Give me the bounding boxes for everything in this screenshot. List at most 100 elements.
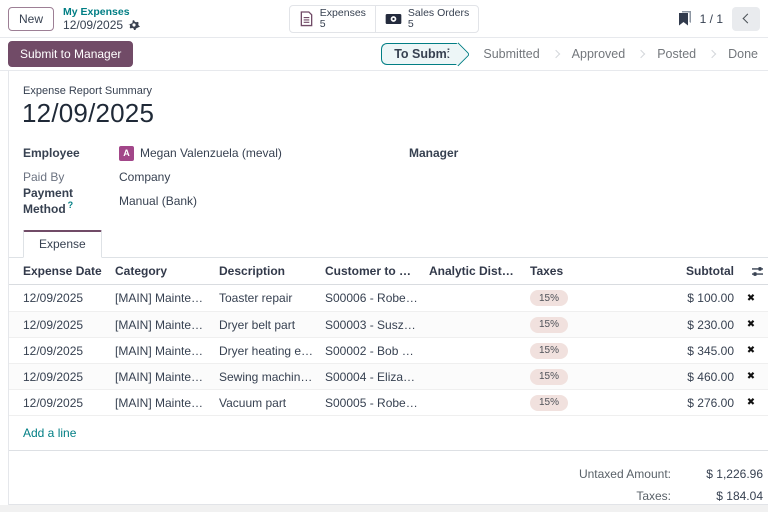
chevron-separator-icon [708, 50, 716, 58]
cell-category[interactable]: [MAIN] Maintenance [115, 344, 219, 358]
paid-by-field[interactable]: Company [119, 170, 170, 184]
table-row[interactable]: 12/09/2025 [MAIN] Maintenance Toaster re… [9, 285, 768, 311]
cell-subtotal[interactable]: $ 230.00 [637, 318, 738, 332]
cell-description[interactable]: Dryer heating eleme... [219, 344, 325, 358]
status-step-to-submit[interactable]: To Submit [381, 43, 458, 65]
col-subtotal[interactable]: Subtotal [637, 264, 738, 278]
field-group: Employee A Megan Valenzuela (meval) Paid… [9, 141, 768, 213]
cell-customer[interactable]: S00005 - Robert Dot [325, 396, 429, 410]
pager-previous-button[interactable] [732, 7, 760, 31]
col-customer[interactable]: Customer to Rein... [325, 264, 429, 278]
cell-date[interactable]: 12/09/2025 [23, 396, 115, 410]
delete-row-icon[interactable]: ✖ [738, 397, 764, 408]
payment-method-value: Manual (Bank) [119, 194, 197, 208]
cell-date[interactable]: 12/09/2025 [23, 344, 115, 358]
tab-expense[interactable]: Expense [23, 230, 102, 258]
cell-subtotal[interactable]: $ 460.00 [637, 370, 738, 384]
form-statusbar: Submit to Manager To Submit Submitted Ap… [0, 38, 768, 71]
delete-row-icon[interactable]: ✖ [738, 345, 764, 356]
cell-category[interactable]: [MAIN] Maintenance [115, 291, 219, 305]
table-row[interactable]: 12/09/2025 [MAIN] Maintenance Dryer heat… [9, 337, 768, 363]
help-icon[interactable]: ? [68, 200, 74, 210]
cell-customer[interactable]: S00006 - Robert Dot [325, 291, 429, 305]
sales-orders-smart-button-label: Sales Orders [408, 8, 469, 19]
col-analytic[interactable]: Analytic Distributi... [429, 264, 525, 278]
cell-subtotal[interactable]: $ 276.00 [637, 396, 738, 410]
status-steps: To Submit Submitted Approved Posted Done [381, 43, 758, 65]
paid-by-label: Paid By [23, 170, 119, 184]
col-category[interactable]: Category [115, 264, 219, 278]
sales-orders-smart-button-count: 5 [408, 19, 469, 30]
cell-date[interactable]: 12/09/2025 [23, 318, 115, 332]
summary-label: Expense Report Summary [9, 85, 768, 97]
report-date-title[interactable]: 12/09/2025 [9, 98, 768, 129]
cell-taxes[interactable]: 15% [525, 342, 637, 359]
tax-badge: 15% [530, 317, 568, 333]
cell-category[interactable]: [MAIN] Maintenance [115, 370, 219, 384]
delete-row-icon[interactable]: ✖ [738, 293, 764, 304]
cell-date[interactable]: 12/09/2025 [23, 291, 115, 305]
expense-lines-table: Expense Date Category Description Custom… [9, 258, 768, 451]
bookmark-icon[interactable] [678, 11, 691, 26]
table-header-row: Expense Date Category Description Custom… [9, 258, 768, 285]
tax-badge: 15% [530, 395, 568, 411]
cell-subtotal[interactable]: $ 100.00 [637, 291, 738, 305]
cell-subtotal[interactable]: $ 345.00 [637, 344, 738, 358]
status-step-posted[interactable]: Posted [657, 47, 696, 61]
breadcrumb: My Expenses 12/09/2025 [63, 6, 140, 31]
payment-method-field-row: Payment Method? Manual (Bank) [9, 189, 387, 213]
employee-field-row: Employee A Megan Valenzuela (meval) [9, 141, 387, 165]
sales-orders-smart-button[interactable]: Sales Orders 5 [375, 5, 479, 33]
taxes-row: Taxes: $ 184.04 [636, 489, 763, 503]
optional-columns-icon[interactable] [738, 266, 764, 277]
banknote-icon [385, 12, 402, 26]
col-description[interactable]: Description [219, 264, 325, 278]
tax-badge: 15% [530, 343, 568, 359]
paid-by-value: Company [119, 170, 170, 184]
col-taxes[interactable]: Taxes [525, 264, 637, 278]
tax-badge: 15% [530, 290, 568, 306]
cell-taxes[interactable]: 15% [525, 316, 637, 333]
cell-description[interactable]: Vacuum part [219, 396, 325, 410]
table-row[interactable]: 12/09/2025 [MAIN] Maintenance Vacuum par… [9, 389, 768, 415]
cell-category[interactable]: [MAIN] Maintenance [115, 318, 219, 332]
pager-counter: 1 / 1 [700, 12, 723, 26]
cell-category[interactable]: [MAIN] Maintenance [115, 396, 219, 410]
gear-icon[interactable] [128, 19, 140, 31]
status-step-done[interactable]: Done [728, 47, 758, 61]
untaxed-amount-label: Untaxed Amount: [579, 467, 671, 481]
status-step-approved[interactable]: Approved [572, 47, 626, 61]
control-panel: New My Expenses 12/09/2025 Expenses 5 [0, 0, 768, 38]
cell-customer[interactable]: S00004 - Elizabeth P... [325, 370, 429, 384]
cell-description[interactable]: Dryer belt part [219, 318, 325, 332]
expenses-smart-button[interactable]: Expenses 5 [289, 5, 376, 33]
add-a-line-link[interactable]: Add a line [23, 426, 76, 440]
smart-buttons: Expenses 5 Sales Orders 5 [289, 5, 479, 33]
payment-method-field[interactable]: Manual (Bank) [119, 194, 197, 208]
totals-block: Untaxed Amount: $ 1,226.96 Taxes: $ 184.… [9, 467, 768, 505]
taxes-value: $ 184.04 [671, 489, 763, 503]
delete-row-icon[interactable]: ✖ [738, 319, 764, 330]
table-row[interactable]: 12/09/2025 [MAIN] Maintenance Sewing mac… [9, 363, 768, 389]
cell-description[interactable]: Sewing machine part [219, 370, 325, 384]
status-step-submitted[interactable]: Submitted [483, 47, 539, 61]
submit-to-manager-button[interactable]: Submit to Manager [8, 41, 133, 67]
chevron-left-icon [743, 14, 753, 24]
notebook-tabs: Expense [9, 229, 768, 258]
cell-customer[interactable]: S00002 - Bob Mackl... [325, 344, 429, 358]
employee-field[interactable]: A Megan Valenzuela (meval) [119, 146, 282, 161]
cell-date[interactable]: 12/09/2025 [23, 370, 115, 384]
cell-taxes[interactable]: 15% [525, 368, 637, 385]
table-row[interactable]: 12/09/2025 [MAIN] Maintenance Dryer belt… [9, 311, 768, 337]
cell-taxes[interactable]: 15% [525, 290, 637, 307]
cell-taxes[interactable]: 15% [525, 394, 637, 411]
col-expense-date[interactable]: Expense Date [23, 264, 115, 278]
add-line-row: Add a line [9, 415, 768, 451]
breadcrumb-my-expenses[interactable]: My Expenses [63, 6, 140, 18]
delete-row-icon[interactable]: ✖ [738, 371, 764, 382]
cell-description[interactable]: Toaster repair [219, 291, 325, 305]
tax-badge: 15% [530, 369, 568, 385]
new-button[interactable]: New [8, 7, 54, 31]
cell-customer[interactable]: S00003 - Suszy Que [325, 318, 429, 332]
expenses-smart-button-label: Expenses [320, 8, 366, 19]
